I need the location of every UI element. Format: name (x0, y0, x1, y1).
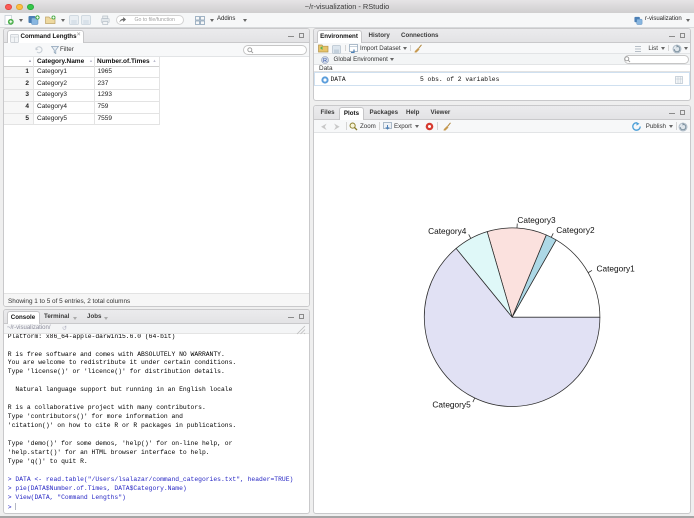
svg-text:Category4: Category4 (428, 226, 467, 236)
svg-text:Category2: Category2 (556, 225, 595, 235)
svg-text:Category3: Category3 (517, 215, 556, 225)
svg-text:Category5: Category5 (432, 400, 471, 410)
svg-text:Category1: Category1 (597, 263, 636, 273)
svg-text:R: R (323, 58, 327, 64)
